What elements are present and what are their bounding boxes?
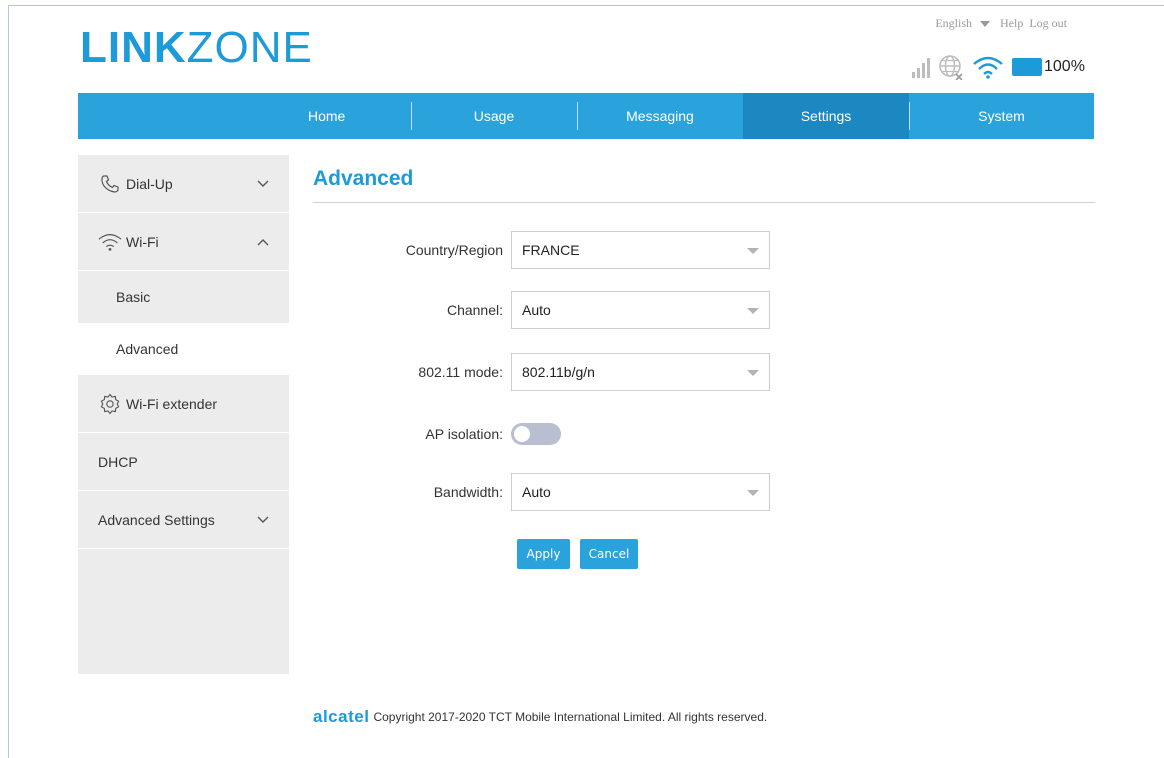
channel-label: Channel: (446, 302, 503, 318)
cancel-button[interactable]: Cancel (580, 539, 638, 569)
logo-light-part: ZONE (186, 23, 313, 72)
sidebar-item-dhcp[interactable]: DHCP (78, 433, 289, 491)
sidebar-label-advanced-settings: Advanced Settings (98, 511, 215, 528)
gear-icon (98, 392, 122, 416)
main-nav: Home Usage Messaging Settings System (78, 93, 1094, 139)
language-select[interactable]: English (935, 16, 972, 31)
language-caret-icon[interactable] (980, 20, 990, 27)
nav-home[interactable]: Home (78, 93, 411, 139)
globe-disconnected-icon (939, 55, 963, 80)
dropdown-caret-icon (747, 370, 759, 376)
top-links: English Help Log out (935, 16, 1067, 31)
status-bar: 100% (912, 52, 1085, 82)
frame-left-border (8, 5, 9, 758)
linkzone-logo: LINKZONE (80, 26, 313, 70)
logout-link[interactable]: Log out (1029, 16, 1067, 31)
sidebar-item-dialup[interactable]: Dial-Up (78, 155, 289, 213)
chevron-down-icon (257, 180, 269, 187)
dropdown-caret-icon (747, 490, 759, 496)
nav-system[interactable]: System (909, 93, 1094, 139)
dropdown-caret-icon (747, 248, 759, 254)
signal-strength-icon (912, 56, 930, 78)
toggle-knob (514, 426, 530, 442)
channel-select[interactable]: Auto (511, 291, 770, 329)
country-value: FRANCE (522, 242, 580, 258)
wifi-outline-icon (98, 230, 122, 254)
page-title: Advanced (313, 167, 414, 190)
bandwidth-row: Bandwidth: Auto (313, 472, 783, 512)
sidebar-item-wifi[interactable]: Wi-Fi (78, 213, 289, 271)
sidebar-subitem-basic[interactable]: Basic (78, 271, 289, 323)
battery-icon (1012, 58, 1042, 76)
bandwidth-select[interactable]: Auto (511, 473, 770, 511)
chevron-down-icon (257, 516, 269, 523)
sidebar-subitem-advanced[interactable]: Advanced (78, 323, 289, 375)
channel-row: Channel: Auto (313, 290, 783, 330)
sidebar-label-wifi-extender: Wi-Fi extender (126, 395, 218, 412)
channel-value: Auto (522, 302, 551, 318)
mode-row: 802.11 mode: 802.11b/g/n (313, 352, 783, 392)
battery-level: 100% (1044, 58, 1085, 75)
footer: alcatel Copyright 2017-2020 TCT Mobile I… (313, 707, 767, 727)
help-link[interactable]: Help (1000, 16, 1023, 31)
sidebar-label-dialup: Dial-Up (126, 175, 173, 192)
sidebar: Dial-Up Wi-Fi Basic Advanced Wi-Fi exten… (78, 155, 289, 674)
sidebar-item-advanced-settings[interactable]: Advanced Settings (78, 491, 289, 549)
country-select[interactable]: FRANCE (511, 231, 770, 269)
logo-bold-part: LINK (80, 23, 187, 72)
mode-value: 802.11b/g/n (522, 364, 595, 380)
chevron-up-icon (257, 238, 269, 245)
ap-isolation-toggle[interactable] (511, 423, 561, 445)
nav-messaging[interactable]: Messaging (577, 93, 743, 139)
frame-top-border (8, 5, 1164, 6)
bandwidth-label: Bandwidth: (433, 484, 503, 500)
nav-usage[interactable]: Usage (411, 93, 577, 139)
mode-label: 802.11 mode: (418, 364, 503, 380)
ap-isolation-label: AP isolation: (425, 426, 503, 442)
title-divider (313, 202, 1095, 203)
nav-settings[interactable]: Settings (743, 93, 909, 139)
sidebar-label-wifi: Wi-Fi (126, 233, 159, 250)
country-row: Country/Region FRANCE (313, 230, 783, 270)
bandwidth-value: Auto (522, 484, 551, 500)
dropdown-caret-icon (747, 308, 759, 314)
mode-select[interactable]: 802.11b/g/n (511, 353, 770, 391)
sidebar-label-dhcp: DHCP (98, 453, 138, 470)
ap-isolation-row: AP isolation: (313, 414, 783, 454)
copyright-text: Copyright 2017-2020 TCT Mobile Internati… (373, 710, 768, 724)
wifi-icon (973, 56, 1003, 79)
alcatel-logo: alcatel (313, 707, 370, 726)
country-label: Country/Region (405, 242, 503, 258)
phone-icon (98, 172, 122, 196)
sidebar-item-wifi-extender[interactable]: Wi-Fi extender (78, 375, 289, 433)
apply-button[interactable]: Apply (517, 539, 570, 569)
